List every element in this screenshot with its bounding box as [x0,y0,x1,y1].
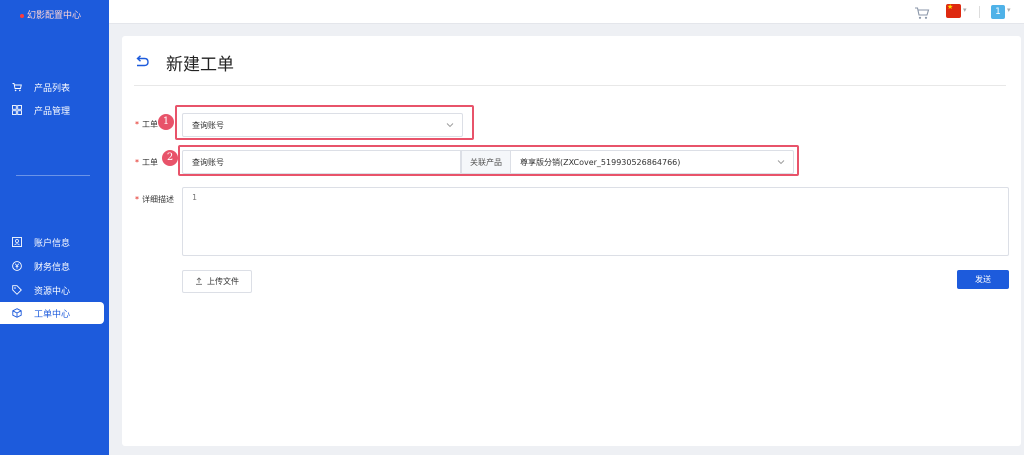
sidebar-item-label: 产品管理 [34,106,71,117]
step-badge-1: 1 [158,114,174,130]
sidebar-item-product-list[interactable]: 产品列表 [0,76,104,98]
sidebar-item-label: 资源中心 [34,286,71,297]
cn-flag-icon[interactable]: ★ [946,4,961,18]
cart-icon[interactable] [914,5,930,19]
chevron-down-icon[interactable]: ▾ [963,6,967,14]
back-icon[interactable] [134,54,150,68]
description-label: * 详细描述 [135,195,174,204]
sidebar: 幻影配置中心 产品列表 产品管理 账户信息 财务信息 资源中心 工单中心 [0,0,109,455]
sidebar-item-account-info[interactable]: 账户信息 [0,231,104,253]
upload-file-button[interactable]: 上传文件 [182,270,252,293]
title-divider [134,85,1006,86]
upload-file-label: 上传文件 [207,277,239,286]
sidebar-item-label: 账户信息 [34,238,71,249]
sidebar-item-ticket-center[interactable]: 工单中心 [0,302,104,324]
yen-icon [12,261,22,271]
sidebar-divider [16,175,90,176]
sidebar-item-resource-center[interactable]: 资源中心 [0,279,104,301]
sidebar-item-label: 产品列表 [34,83,71,94]
upload-icon [195,276,203,287]
tag-icon [12,285,22,295]
sidebar-item-product-manage[interactable]: 产品管理 [0,99,104,121]
sidebar-item-label: 工单中心 [34,309,71,320]
top-bar: ★ ▾ 1 ▾ [109,0,1024,24]
topbar-divider [979,6,980,18]
sidebar-item-label: 财务信息 [34,262,71,273]
cube-icon [12,308,22,318]
chevron-down-icon[interactable]: ▾ [1007,6,1011,14]
sidebar-item-finance-info[interactable]: 财务信息 [0,255,104,277]
grid-icon [12,105,22,115]
avatar[interactable]: 1 [991,5,1005,19]
ticket-account-label: * 工单 [135,158,158,167]
page-title: 新建工单 [166,55,234,75]
description-textarea[interactable]: 1 [182,187,1009,256]
highlight-box-1 [175,105,474,140]
ticket-type-label: * 工单 [135,120,158,129]
app-logo[interactable]: 幻影配置中心 [20,8,81,21]
step-badge-2: 2 [162,150,178,166]
user-card-icon [12,237,22,247]
send-button[interactable]: 发送 [957,270,1009,289]
cart-icon [12,82,22,92]
highlight-box-2 [178,145,799,176]
